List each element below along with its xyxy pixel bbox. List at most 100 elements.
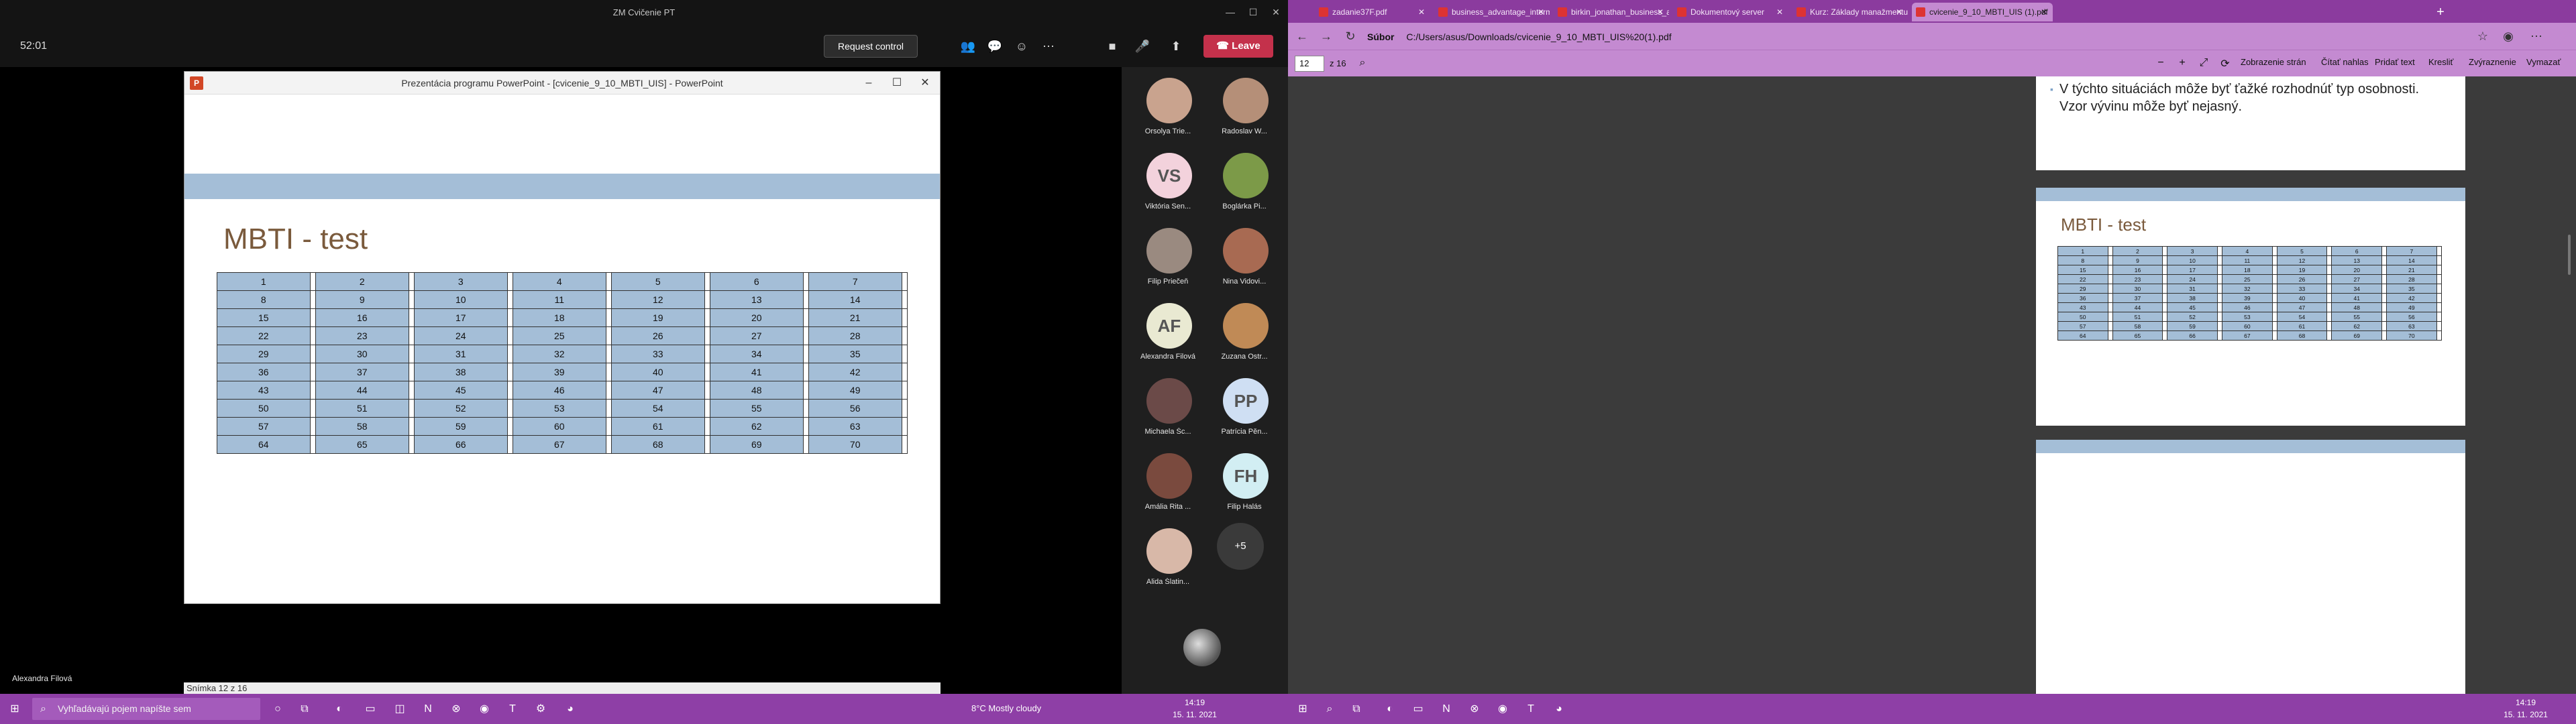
pp-close-icon[interactable]: ✕ <box>912 74 938 92</box>
reactions-icon[interactable]: ☺ <box>1013 38 1030 55</box>
weather-widget[interactable]: 8°C Mostly cloudy <box>971 703 1041 713</box>
add-text-button[interactable]: Pridať text <box>2375 57 2415 67</box>
start-icon-right[interactable]: ⊞ <box>1293 700 1312 719</box>
explorer-icon[interactable]: ▭ <box>361 700 380 719</box>
tab-close-icon[interactable]: ✕ <box>1538 3 1544 21</box>
cortana-icon[interactable]: ○ <box>268 700 287 719</box>
task-view-icon-right[interactable]: ⧉ <box>1347 700 1366 719</box>
xbox-icon-right[interactable]: ⊗ <box>1465 700 1484 719</box>
search-pdf-icon[interactable]: ⌕ <box>1355 57 1370 69</box>
pdf-table-answer-cell <box>2216 293 2223 303</box>
slide-table-number-cell: 35 <box>808 345 902 363</box>
url-field[interactable]: Súbor C:/Users/asus/Downloads/cvicenie_9… <box>1367 28 1796 46</box>
participant-tile[interactable]: Amália Rita ... <box>1131 449 1205 522</box>
maximize-icon[interactable]: ☐ <box>1242 4 1264 20</box>
rotate-icon[interactable]: ⟳ <box>2218 57 2233 70</box>
slide-table-answer-cell <box>605 381 612 400</box>
participant-tile[interactable]: PP Patrícia Pěn... <box>1208 374 1281 446</box>
browser-menu-icon[interactable]: ⋯ <box>2528 28 2545 44</box>
pdf-table-answer-cell <box>2271 312 2277 322</box>
settings-icon[interactable]: ⚙ <box>531 700 550 719</box>
fit-page-icon[interactable]: ⤢ <box>2196 57 2211 69</box>
pp-minimize-icon[interactable]: – <box>855 74 882 92</box>
xbox-icon[interactable]: ⊗ <box>447 700 466 719</box>
forward-icon[interactable]: → <box>1318 28 1335 44</box>
search-icon-right[interactable]: ⌕ <box>1320 700 1339 719</box>
camera-off-icon[interactable]: ■ <box>1104 38 1121 55</box>
steam-icon-right[interactable]: ◉ <box>1493 700 1512 719</box>
more-participants-button[interactable]: +5 <box>1217 523 1264 570</box>
pdf-table-answer-cell <box>2381 321 2387 331</box>
teams-icon[interactable]: T <box>503 700 522 719</box>
tab-close-icon[interactable]: ✕ <box>1418 3 1425 21</box>
read-aloud-button[interactable]: Čítať nahlas <box>2321 57 2369 67</box>
highlight-button[interactable]: Zvýraznenie <box>2469 57 2516 67</box>
participants-icon[interactable]: 👥 <box>959 38 977 55</box>
new-tab-button[interactable]: + <box>2432 4 2449 20</box>
start-icon[interactable]: ⊞ <box>5 700 24 719</box>
chat-icon[interactable]: 💬 <box>986 38 1004 55</box>
explorer-icon-right[interactable]: ▭ <box>1409 700 1428 719</box>
pdf-table-answer-cell <box>2381 302 2387 312</box>
pp-maximize-icon[interactable]: ☐ <box>883 74 910 92</box>
discord-icon[interactable]: ◕ <box>561 700 580 719</box>
back-icon[interactable]: ← <box>1293 28 1311 44</box>
task-view-icon[interactable]: ⧉ <box>295 700 314 719</box>
meeting-toolbar: 52:01 Request control 👥 💬 ☺ ⋯ ■ 🎤 ⬆ ☎ Le… <box>0 24 1288 67</box>
participant-tile[interactable]: Nina Vidovi... <box>1208 224 1281 296</box>
zoom-in-icon[interactable]: + <box>2175 57 2190 69</box>
slide-table-answer-cell <box>309 381 317 400</box>
participant-tile[interactable]: FH Filip Halás <box>1208 449 1281 522</box>
store-icon[interactable]: ◫ <box>390 700 409 719</box>
erase-button[interactable]: Vymazať <box>2526 57 2561 67</box>
request-control-button[interactable]: Request control <box>824 35 918 58</box>
edge-icon-right[interactable]: ◐ <box>1381 700 1399 719</box>
browser-tab[interactable]: zadanie37F.pdf ✕ <box>1315 3 1430 21</box>
profile-icon[interactable]: ◉ <box>2500 28 2517 44</box>
tab-close-icon[interactable]: ✕ <box>1657 3 1664 21</box>
tab-close-icon[interactable]: ✕ <box>1776 3 1783 21</box>
tab-close-icon[interactable]: ✕ <box>2041 3 2047 21</box>
browser-tab[interactable]: business_advantage_intermediate...✕ <box>1434 3 1550 21</box>
tab-close-icon[interactable]: ✕ <box>1896 3 1902 21</box>
taskbar-clock[interactable]: 14:19 15. 11. 2021 <box>1165 697 1225 721</box>
participant-tile[interactable]: Filip Priečeň <box>1131 224 1205 296</box>
teams-icon-right[interactable]: T <box>1521 700 1540 719</box>
participant-tile[interactable]: Orsolya Trie... <box>1131 74 1205 146</box>
zoom-out-icon[interactable]: − <box>2153 57 2168 69</box>
pdf-scrollbar[interactable] <box>2568 235 2571 275</box>
draw-button[interactable]: Kresliť <box>2428 57 2453 67</box>
onenote-icon-right[interactable]: N <box>1437 700 1456 719</box>
slide-table-number-cell: 27 <box>709 326 804 345</box>
mic-off-icon[interactable]: 🎤 <box>1134 38 1151 55</box>
discord-icon-right[interactable]: ◕ <box>1550 700 1568 719</box>
page-view-button[interactable]: Zobrazenie strán <box>2241 57 2306 67</box>
participant-tile[interactable]: Zuzana Ostr... <box>1208 299 1281 371</box>
taskbar-clock-right[interactable]: 14:19 15. 11. 2021 <box>2496 697 2556 721</box>
close-icon[interactable]: ✕ <box>1265 4 1287 20</box>
pdf-viewport[interactable]: ▪ V týchto situáciách môže byť ťažké roz… <box>1288 76 2576 694</box>
share-icon[interactable]: ⬆ <box>1167 38 1185 55</box>
more-actions-icon[interactable]: ⋯ <box>1040 38 1057 55</box>
refresh-icon[interactable]: ↻ <box>1342 28 1359 44</box>
steam-icon[interactable]: ◉ <box>475 700 494 719</box>
participant-tile[interactable]: Boglárka Pi... <box>1208 149 1281 221</box>
browser-tab[interactable]: birkin_jonathan_business_advantag...✕ <box>1554 3 1669 21</box>
onenote-icon[interactable]: N <box>419 700 437 719</box>
participant-tile[interactable]: Alida Šlatin... <box>1131 524 1205 597</box>
participant-tile[interactable]: AF Alexandra Filová <box>1131 299 1205 371</box>
browser-tab[interactable]: Dokumentový server ✕ <box>1673 3 1788 21</box>
browser-tab[interactable]: cvicenie_9_10_MBTI_UIS (1).pdf ✕ <box>1912 3 2053 21</box>
edge-icon[interactable]: ◐ <box>330 700 349 719</box>
participant-tile[interactable]: VS Viktória Sen... <box>1131 149 1205 221</box>
browser-tab[interactable]: Kurz: Základy manažmentu ✕ <box>1792 3 1908 21</box>
participant-tile[interactable]: Michaela Šc... <box>1131 374 1205 446</box>
teams-window-title: ZM Cvičenie PT <box>612 7 676 17</box>
page-number-input[interactable]: 12 <box>1295 56 1324 72</box>
pdf-table-answer-cell <box>2162 330 2168 341</box>
favorites-icon[interactable]: ☆ <box>2474 28 2491 44</box>
minimize-icon[interactable]: — <box>1220 4 1241 20</box>
participant-tile[interactable]: Radoslav W... <box>1208 74 1281 146</box>
leave-button[interactable]: ☎ Leave <box>1203 35 1273 58</box>
taskbar-search[interactable]: ⌕ Vyhľadávajú pojem napíšte sem <box>32 698 260 720</box>
